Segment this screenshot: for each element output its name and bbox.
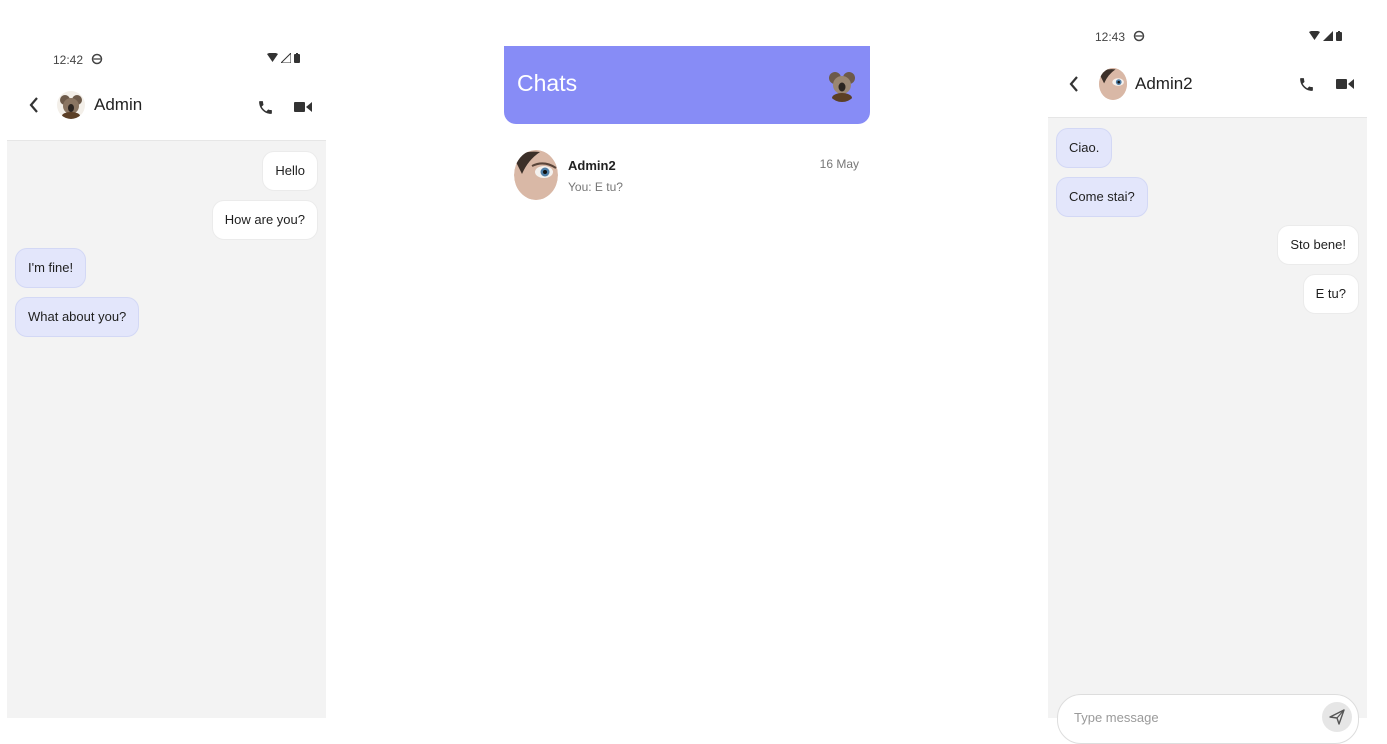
left-message-area[interactable]: Hello How are you? I'm fine! What about … <box>7 140 326 718</box>
left-status-bar: 12:42 <box>53 48 103 72</box>
message-bubble-incoming[interactable]: Come stai? <box>1056 177 1148 217</box>
status-time: 12:42 <box>53 53 84 67</box>
signal-icon <box>281 53 291 63</box>
right-status-bar: 12:43 <box>1095 25 1145 49</box>
left-chat-header: Admin <box>24 91 142 119</box>
profile-avatar[interactable] <box>826 68 858 102</box>
message-bubble-incoming[interactable]: Ciao. <box>1056 128 1113 168</box>
message-bubble-outgoing[interactable]: E tu? <box>1302 274 1359 314</box>
chevron-left-icon <box>29 97 38 113</box>
chats-header: Chats <box>504 46 870 124</box>
battery-icon <box>294 53 300 63</box>
message-bubble-incoming[interactable]: What about you? <box>15 297 140 337</box>
chat-list-item[interactable]: Admin2 You: E tu? 16 May <box>504 142 870 208</box>
avatar[interactable] <box>57 91 85 119</box>
left-status-icons <box>267 53 300 63</box>
message-input[interactable] <box>1072 709 1316 726</box>
right-status-icons <box>1309 31 1342 41</box>
call-button[interactable] <box>253 95 277 119</box>
page-title: Chats <box>517 70 578 96</box>
phone-icon <box>258 100 272 114</box>
chevron-left-icon <box>1069 76 1078 92</box>
eye-avatar-icon <box>514 150 558 200</box>
video-call-button[interactable] <box>1333 72 1357 96</box>
koala-avatar-icon <box>60 95 82 119</box>
notification-icon <box>91 53 103 68</box>
right-chat-header: Admin2 <box>1064 68 1193 100</box>
chat-name: Admin2 <box>568 158 616 173</box>
koala-avatar-icon <box>829 72 855 102</box>
back-button[interactable] <box>1064 72 1084 96</box>
signal-icon <box>1323 31 1333 41</box>
wifi-icon <box>1309 31 1320 40</box>
message-bubble-outgoing[interactable]: How are you? <box>211 200 318 240</box>
avatar[interactable] <box>1099 68 1127 100</box>
right-message-area[interactable]: Ciao. Come stai? Sto bene! E tu? <box>1048 117 1367 718</box>
message-input-bar <box>1057 694 1359 744</box>
eye-avatar-icon <box>1099 68 1127 100</box>
video-camera-icon <box>1336 79 1354 89</box>
send-icon <box>1329 709 1345 725</box>
send-button[interactable] <box>1322 702 1352 732</box>
contact-name: Admin2 <box>1135 74 1193 93</box>
message-bubble-incoming[interactable]: I'm fine! <box>15 248 87 288</box>
avatar <box>514 150 558 200</box>
video-camera-icon <box>294 102 312 112</box>
video-call-button[interactable] <box>291 95 315 119</box>
contact-name: Admin <box>94 95 143 114</box>
chat-date: 16 May <box>819 157 859 171</box>
back-button[interactable] <box>24 93 44 117</box>
phone-icon <box>1299 77 1313 91</box>
message-bubble-outgoing[interactable]: Sto bene! <box>1277 225 1359 265</box>
call-button[interactable] <box>1294 72 1318 96</box>
notification-icon <box>1133 30 1145 45</box>
battery-icon <box>1336 31 1342 41</box>
wifi-icon <box>267 53 278 62</box>
chat-preview: You: E tu? <box>568 180 623 194</box>
message-bubble-outgoing[interactable]: Hello <box>262 151 318 191</box>
status-time: 12:43 <box>1095 30 1126 44</box>
